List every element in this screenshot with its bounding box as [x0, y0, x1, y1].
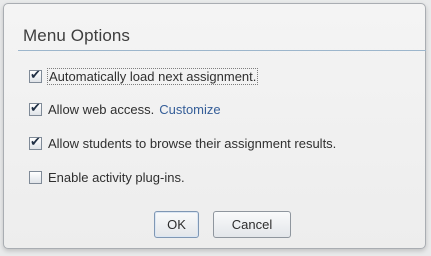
option-browse-results[interactable]: ✔ Allow students to browse their assignm…: [29, 134, 336, 152]
dialog-title: Menu Options: [23, 26, 131, 45]
title-divider: [18, 50, 426, 51]
cancel-button[interactable]: Cancel: [213, 211, 291, 238]
option-auto-load-next[interactable]: ✔ Automatically load next assignment.: [29, 67, 259, 85]
checkmark-icon: ✔: [30, 100, 41, 116]
option-label[interactable]: Allow web access.: [48, 102, 154, 117]
checkmark-icon: ✔: [30, 134, 41, 150]
checkbox-browse-results[interactable]: ✔: [29, 134, 42, 150]
option-label[interactable]: Automatically load next assignment.: [47, 67, 259, 85]
option-allow-web-access[interactable]: ✔ Allow web access. Customize: [29, 100, 221, 118]
checkbox-enable-plugins[interactable]: [29, 170, 42, 184]
checkbox-allow-web-access[interactable]: ✔: [29, 100, 42, 116]
checkbox-auto-load-next[interactable]: ✔: [29, 67, 42, 83]
checkmark-icon: ✔: [30, 67, 41, 83]
option-enable-plugins[interactable]: Enable activity plug-ins.: [29, 168, 185, 186]
option-label[interactable]: Enable activity plug-ins.: [48, 170, 185, 185]
option-label[interactable]: Allow students to browse their assignmen…: [48, 136, 336, 151]
menu-options-dialog: Menu Options ✔ Automatically load next a…: [3, 3, 426, 249]
ok-button[interactable]: OK: [154, 211, 199, 238]
customize-link[interactable]: Customize: [159, 102, 220, 117]
